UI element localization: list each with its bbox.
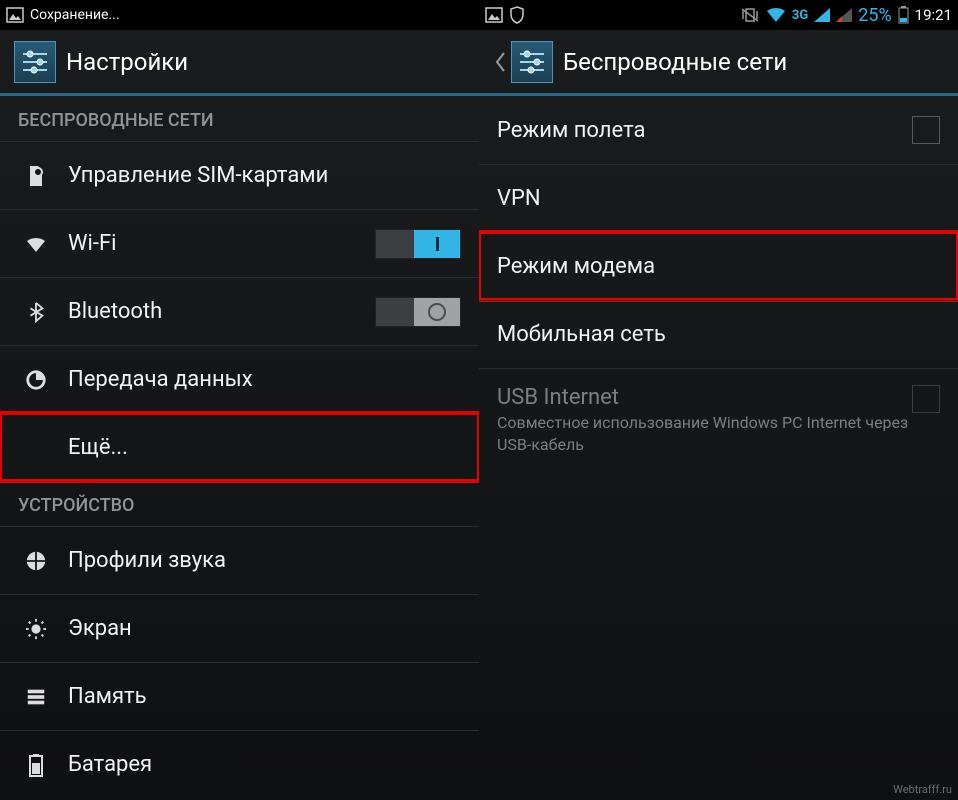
settings-pane-right: 3G 25% 19:21 Беспроводные сети	[479, 0, 958, 800]
row-wifi[interactable]: Wi-Fi	[0, 209, 479, 277]
row-label: Память	[68, 684, 461, 709]
settings-pane-left: Сохранение... Настройки БЕСПРОВОДНЫЕ СЕТ…	[0, 0, 479, 800]
row-label: Ещё...	[68, 435, 461, 460]
shield-icon	[509, 6, 525, 24]
row-label: Wi-Fi	[68, 231, 375, 256]
section-wireless-header: БЕСПРОВОДНЫЕ СЕТИ	[0, 96, 479, 141]
signal-icon	[814, 8, 830, 22]
row-sound-profiles[interactable]: Профили звука	[0, 526, 479, 594]
row-bluetooth[interactable]: Bluetooth	[0, 277, 479, 345]
wifi-signal-icon	[766, 7, 786, 23]
status-bar: 3G 25% 19:21	[479, 0, 958, 30]
back-icon[interactable]	[493, 50, 507, 74]
battery-percent: 25%	[858, 5, 891, 26]
vibrate-icon	[740, 7, 760, 23]
row-label: Профили звука	[68, 548, 461, 573]
row-label: Управление SIM-картами	[68, 163, 461, 188]
watermark: Webtrafff.ru	[893, 783, 952, 796]
row-label: Передача данных	[68, 367, 461, 392]
settings-icon	[14, 41, 56, 83]
picture-icon	[6, 6, 24, 24]
battery-status-icon	[898, 6, 909, 24]
row-tethering[interactable]: Режим модема	[479, 232, 958, 300]
bluetooth-icon	[18, 301, 54, 323]
network-type-label: 3G	[792, 8, 808, 23]
row-data-usage[interactable]: Передача данных	[0, 345, 479, 413]
row-display[interactable]: Экран	[0, 594, 479, 662]
row-label: Батарея	[68, 752, 461, 777]
wifi-icon	[18, 232, 54, 256]
section-device-header: УСТРОЙСТВО	[0, 481, 479, 526]
settings-header: Настройки	[0, 30, 479, 96]
data-usage-icon	[18, 369, 54, 391]
sound-icon	[18, 550, 54, 572]
row-label: Экран	[68, 616, 461, 641]
row-more[interactable]: Ещё...	[0, 413, 479, 481]
row-sublabel: Совместное использование Windows PC Inte…	[497, 412, 912, 455]
row-sim-management[interactable]: Управление SIM-картами	[0, 141, 479, 209]
status-bar: Сохранение...	[0, 0, 479, 30]
airplane-checkbox[interactable]	[912, 116, 940, 144]
row-label: USB Internet	[497, 385, 912, 410]
display-icon	[18, 618, 54, 640]
wifi-toggle[interactable]	[375, 229, 461, 259]
page-title: Настройки	[66, 48, 188, 76]
row-label: VPN	[497, 186, 940, 211]
storage-icon	[18, 686, 54, 708]
row-vpn[interactable]: VPN	[479, 164, 958, 232]
row-mobile-network[interactable]: Мобильная сеть	[479, 300, 958, 368]
page-title: Беспроводные сети	[563, 48, 787, 76]
settings-icon	[511, 41, 553, 83]
row-label: Bluetooth	[68, 299, 375, 324]
row-usb-internet: USB Internet Совместное использование Wi…	[479, 368, 958, 471]
picture-icon	[485, 6, 503, 24]
wireless-header[interactable]: Беспроводные сети	[479, 30, 958, 96]
row-battery[interactable]: Батарея	[0, 730, 479, 798]
sim-icon	[18, 164, 54, 188]
usb-internet-checkbox	[912, 385, 940, 413]
row-storage[interactable]: Память	[0, 662, 479, 730]
row-airplane-mode[interactable]: Режим полета	[479, 96, 958, 164]
status-saving-label: Сохранение...	[30, 7, 120, 23]
row-label: Режим полета	[497, 118, 912, 143]
signal-icon-2	[836, 8, 852, 22]
row-label: Мобильная сеть	[497, 322, 940, 347]
row-label: Режим модема	[497, 254, 940, 279]
battery-icon	[18, 753, 54, 777]
clock: 19:21	[915, 6, 952, 24]
bluetooth-toggle[interactable]	[375, 297, 461, 327]
